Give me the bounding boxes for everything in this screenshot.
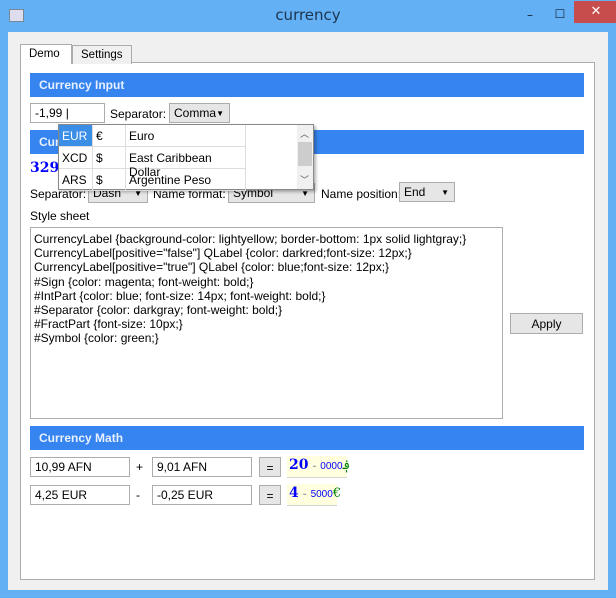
apply-button[interactable]: Apply bbox=[510, 313, 583, 334]
separator-label: Separator: bbox=[110, 107, 167, 121]
math-result: 4 - 5000€ bbox=[287, 484, 341, 506]
currency-symbol: $ bbox=[93, 169, 126, 191]
chevron-up-icon[interactable]: ︿ bbox=[300, 127, 309, 140]
name-position-label: Name position: bbox=[321, 187, 402, 201]
math-operator: + bbox=[136, 460, 144, 474]
currency-symbol: $ bbox=[93, 147, 126, 169]
result-int: 20 bbox=[289, 457, 309, 473]
name-position-value: End bbox=[404, 185, 426, 199]
stylesheet-textarea[interactable]: CurrencyLabel {background-color: lightye… bbox=[30, 227, 503, 419]
list-item[interactable]: EUR € Euro bbox=[59, 125, 297, 147]
currency-code: EUR bbox=[59, 125, 93, 147]
math-operand-a[interactable]: 10,99 AFN bbox=[30, 457, 130, 477]
result-fract: 5000 bbox=[310, 489, 333, 500]
currency-name: Argentine Peso bbox=[126, 169, 246, 191]
stylesheet-label: Style sheet bbox=[30, 209, 90, 223]
separator-combo[interactable]: Comma ▼ bbox=[169, 103, 230, 123]
result-fract: 0000 bbox=[320, 461, 343, 472]
tab-demo[interactable]: Demo bbox=[20, 44, 72, 64]
popup-scrollbar[interactable]: ︿ ﹀ bbox=[297, 125, 313, 189]
result-symbol: ؋ bbox=[342, 458, 351, 473]
chevron-down-icon: ▼ bbox=[216, 109, 224, 118]
result-separator: - bbox=[312, 461, 317, 472]
equals-button[interactable]: = bbox=[259, 485, 281, 505]
currency-name: Euro bbox=[126, 125, 246, 147]
separator-value: Comma bbox=[174, 106, 217, 120]
list-item[interactable]: ARS $ Argentine Peso bbox=[59, 169, 297, 191]
chevron-down-icon: ▼ bbox=[441, 188, 449, 197]
math-operand-a[interactable]: 4,25 EUR bbox=[30, 485, 130, 505]
minimize-button[interactable]: – bbox=[518, 8, 542, 24]
close-button[interactable]: ✕ bbox=[574, 1, 616, 23]
maximize-button[interactable]: ☐ bbox=[548, 7, 572, 23]
currency-math-header: Currency Math bbox=[30, 426, 584, 450]
chevron-down-icon[interactable]: ﹀ bbox=[300, 173, 309, 186]
currency-dropdown-popup: EUR € Euro XCD $ East Caribbean Dollar ARS $ A… bbox=[58, 124, 314, 191]
currency-input[interactable]: -1,99 | bbox=[30, 103, 105, 123]
currency-code: XCD bbox=[59, 147, 93, 169]
math-result: 20 - 0000؋ bbox=[287, 456, 350, 478]
math-operand-b[interactable]: 9,01 AFN bbox=[152, 457, 252, 477]
scrollbar-thumb[interactable] bbox=[298, 142, 312, 166]
chevron-down-icon: ▼ bbox=[301, 189, 309, 198]
math-operator: - bbox=[136, 488, 140, 502]
result-symbol: € bbox=[332, 486, 342, 501]
result-separator: - bbox=[302, 489, 307, 500]
result-int: 4 bbox=[289, 485, 299, 501]
currency-code: ARS bbox=[59, 169, 93, 191]
currency-symbol: € bbox=[93, 125, 126, 147]
tab-settings[interactable]: Settings bbox=[72, 45, 132, 64]
currency-input-header: Currency Input bbox=[30, 73, 584, 97]
currency-name: East Caribbean Dollar bbox=[126, 147, 246, 179]
name-position-combo[interactable]: End ▼ bbox=[399, 182, 455, 202]
equals-button[interactable]: = bbox=[259, 457, 281, 477]
math-operand-b[interactable]: -0,25 EUR bbox=[152, 485, 252, 505]
currency-label-value: 329 bbox=[30, 160, 60, 176]
list-item[interactable]: XCD $ East Caribbean Dollar bbox=[59, 147, 297, 179]
currency-input-value: -1,99 bbox=[35, 106, 63, 120]
